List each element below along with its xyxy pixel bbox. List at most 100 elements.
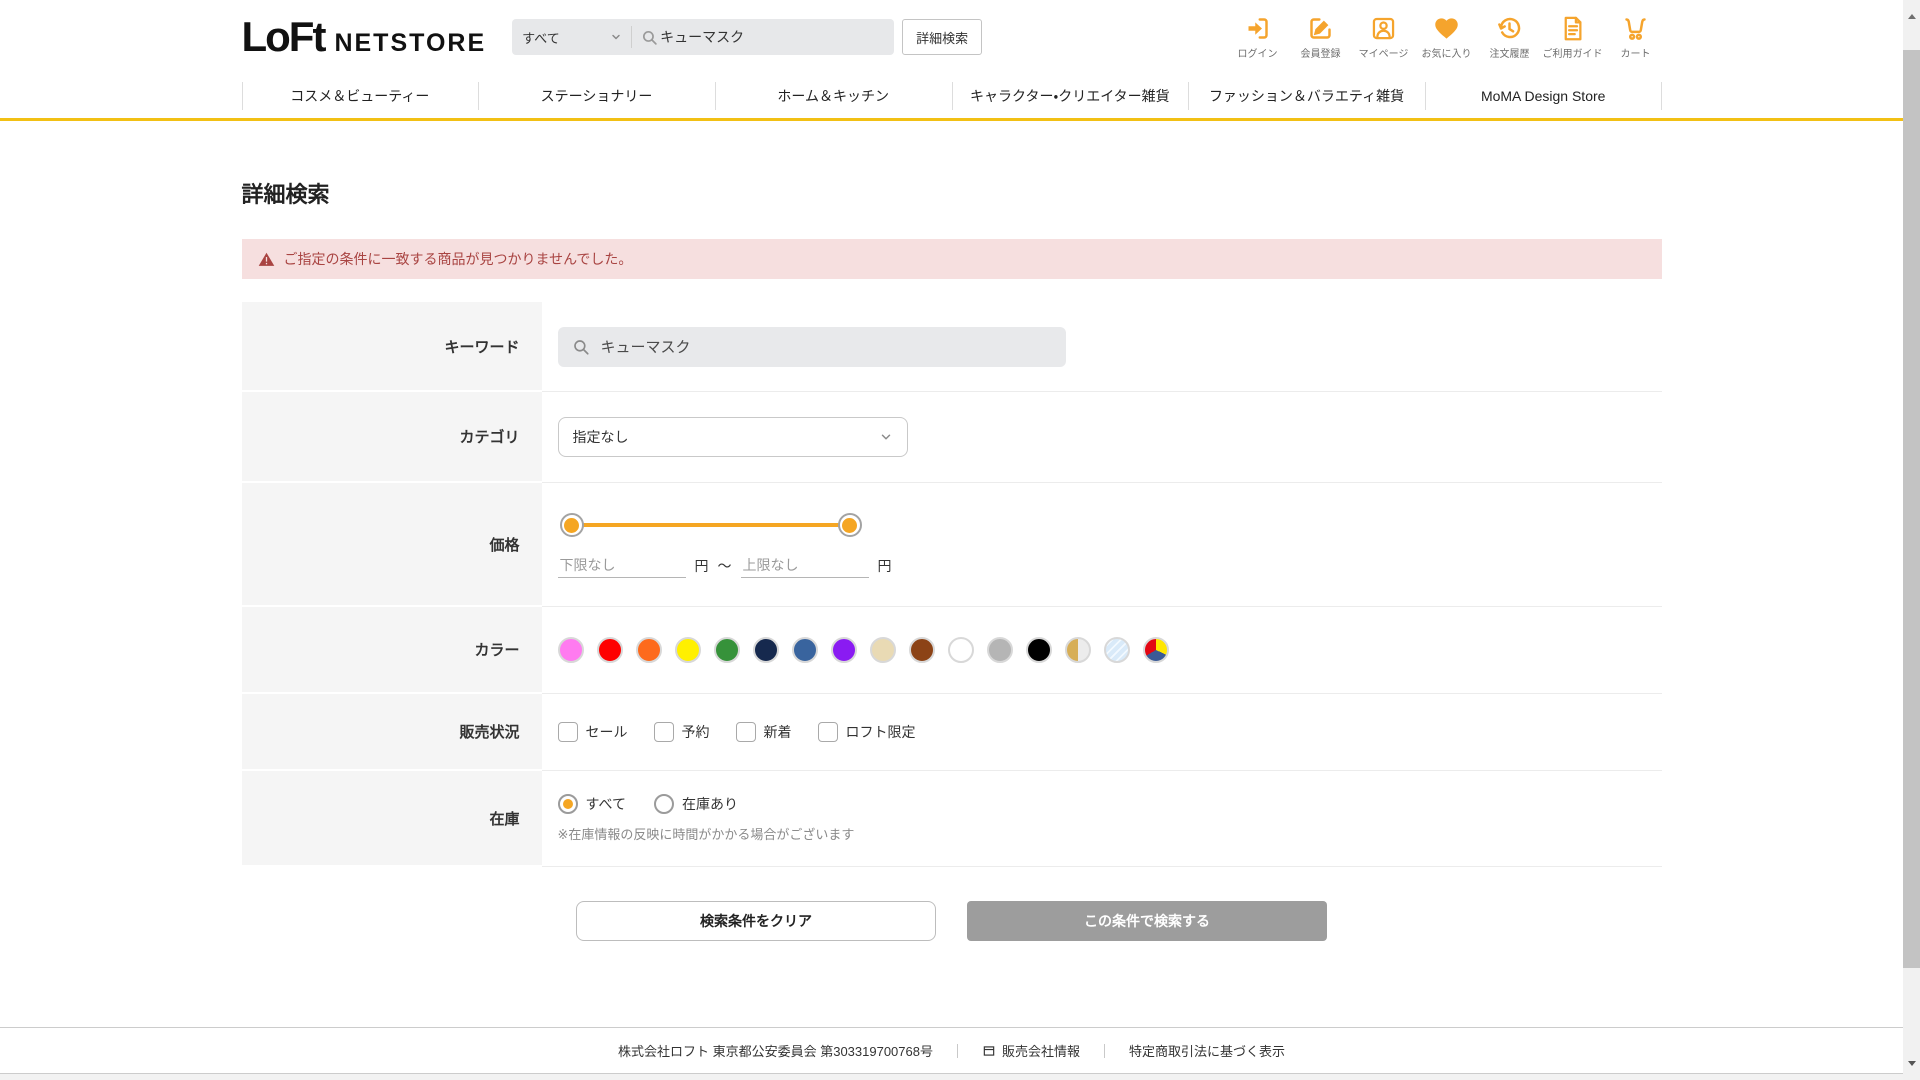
category-nav: コスメ＆ビューティー ステーショナリー ホーム＆キッチン キャラクター・クリエイ…	[0, 74, 1903, 121]
checkbox-loft-exclusive[interactable]: ロフト限定	[817, 722, 916, 742]
utility-favorites[interactable]: お気に入り	[1421, 15, 1473, 60]
triangle-up-icon	[1907, 14, 1916, 19]
no-results-text: ご指定の条件に一致する商品が見つかりませんでした。	[283, 251, 633, 267]
radio-circle	[557, 794, 578, 814]
form-row-keyword: キーワード	[241, 302, 1662, 392]
site-header: LoFt NETSTORE すべて 詳細検索	[0, 0, 1903, 74]
utility-label: ご利用ガイド	[1542, 48, 1603, 60]
checkbox-box	[817, 722, 838, 742]
utility-label: 会員登録	[1300, 48, 1341, 60]
nav-item-home-kitchen[interactable]: ホーム＆キッチン	[714, 74, 952, 118]
cart-icon	[1625, 17, 1646, 40]
utility-label: マイページ	[1358, 48, 1409, 60]
price-slider-min-handle[interactable]	[559, 513, 584, 537]
search-category-dropdown[interactable]: すべて	[522, 28, 622, 47]
price-min-input[interactable]	[557, 553, 686, 578]
clear-conditions-button[interactable]: 検索条件をクリア	[576, 901, 936, 941]
radio-stock-all[interactable]: すべて	[557, 794, 626, 814]
checkbox-sale[interactable]: セール	[557, 722, 628, 742]
stock-note: ※在庫情報の反映に時間がかかる場合がございます	[557, 827, 855, 842]
color-swatch-purple[interactable]	[830, 637, 857, 663]
color-swatch-brown[interactable]	[908, 637, 935, 663]
price-max-input[interactable]	[740, 553, 869, 578]
color-swatch-black[interactable]	[1025, 637, 1052, 663]
scroll-down-button[interactable]	[1903, 1055, 1920, 1072]
utility-label: カート	[1620, 48, 1651, 60]
color-swatch-red[interactable]	[596, 637, 623, 663]
divider	[1103, 1043, 1105, 1058]
radio-label: 在庫あり	[681, 796, 738, 812]
chevron-down-icon	[612, 34, 620, 40]
vertical-scrollbar[interactable]	[1903, 0, 1920, 1080]
checkbox-reservation[interactable]: 予約	[653, 722, 710, 742]
color-swatch-clear[interactable]	[1103, 637, 1130, 663]
nav-item-moma[interactable]: MoMA Design Store	[1424, 74, 1662, 118]
utility-guide[interactable]: ご利用ガイド	[1543, 15, 1603, 60]
nav-item-character-goods[interactable]: キャラクター・クリエイター雑貨	[951, 74, 1189, 118]
keyword-input[interactable]	[598, 337, 1052, 356]
color-swatch-multicolor[interactable]	[1142, 637, 1169, 663]
nav-item-fashion-variety[interactable]: ファッション＆バラエティ雑貨	[1188, 74, 1425, 118]
page: LoFt NETSTORE すべて 詳細検索	[0, 0, 1903, 1080]
checkbox-label: ロフト限定	[845, 724, 916, 740]
utility-login[interactable]: ログイン	[1232, 15, 1284, 60]
loft-logo[interactable]: LoFt NETSTORE	[242, 13, 487, 61]
login-icon	[1248, 17, 1268, 39]
radio-stock-in-stock[interactable]: 在庫あり	[653, 794, 738, 814]
footer-link-label: 販売会社情報	[1001, 1044, 1080, 1059]
checkbox-new-arrival[interactable]: 新着	[735, 722, 792, 742]
price-label: 価格	[241, 483, 542, 607]
price-slider-max-handle[interactable]	[837, 513, 862, 537]
color-swatch-list	[557, 637, 1662, 663]
footer-link-seller-info[interactable]: 販売会社情報	[982, 1041, 1080, 1060]
divider	[956, 1043, 958, 1058]
nav-item-stationery[interactable]: ステーショナリー	[478, 74, 715, 118]
utility-label: 注文履歴	[1489, 48, 1530, 60]
divider	[631, 26, 633, 48]
advanced-search-button[interactable]: 詳細検索	[902, 19, 983, 55]
checkbox-label: セール	[585, 724, 628, 740]
form-actions: 検索条件をクリア この条件で検索する	[242, 901, 1662, 941]
keyword-label: キーワード	[241, 302, 542, 392]
register-icon	[1310, 17, 1331, 39]
search-icon	[643, 30, 657, 45]
form-row-category: カテゴリ 指定なし	[241, 392, 1662, 483]
color-swatch-navy[interactable]	[752, 637, 779, 663]
form-row-color: カラー	[241, 607, 1662, 694]
category-select-value: 指定なし	[572, 429, 629, 445]
color-swatch-gold[interactable]	[1064, 637, 1091, 663]
color-swatch-green[interactable]	[713, 637, 740, 663]
footer-link-commerce-law[interactable]: 特定商取引法に基づく表示	[1129, 1041, 1285, 1060]
utility-register[interactable]: 会員登録	[1295, 15, 1347, 60]
color-label: カラー	[241, 607, 542, 694]
stock-options: すべて 在庫あり	[557, 794, 1662, 814]
window-icon	[983, 1045, 995, 1056]
slider-track	[569, 523, 852, 527]
utility-mypage[interactable]: マイページ	[1358, 15, 1410, 60]
color-swatch-gray[interactable]	[986, 637, 1013, 663]
main-content: 詳細検索 ご指定の条件に一致する商品が見つかりませんでした。 キーワード キュー…	[0, 121, 1903, 1027]
color-swatch-pink[interactable]	[557, 637, 584, 663]
color-swatch-beige[interactable]	[869, 637, 896, 663]
color-swatch-yellow[interactable]	[674, 637, 701, 663]
search-submit-button[interactable]: この条件で検索する	[967, 901, 1327, 941]
triangle-down-icon	[1907, 1061, 1916, 1066]
color-swatch-blue[interactable]	[791, 637, 818, 663]
category-label: カテゴリ	[241, 392, 542, 483]
header-search-input[interactable]	[658, 28, 885, 46]
mypage-icon	[1372, 17, 1395, 39]
utility-cart[interactable]: カート	[1610, 15, 1662, 60]
color-swatch-orange[interactable]	[635, 637, 662, 663]
category-select[interactable]: 指定なし	[557, 417, 908, 457]
chevron-down-icon	[881, 434, 890, 440]
color-swatch-white[interactable]	[947, 637, 974, 663]
sales-status-options: セール 予約 新着 ロフト限定	[557, 722, 1662, 742]
footer-strip	[0, 1073, 1903, 1080]
footer-company-text: 株式会社ロフト 東京都公安委員会 第303319700768号	[617, 1044, 933, 1059]
price-range-slider	[559, 513, 862, 537]
scroll-up-button[interactable]	[1903, 8, 1920, 25]
utility-order-history[interactable]: 注文履歴	[1484, 15, 1536, 60]
utility-label: お気に入り	[1421, 48, 1472, 60]
nav-item-cosmetics[interactable]: コスメ＆ビューティー	[241, 74, 479, 118]
scrollbar-thumb[interactable]	[1903, 50, 1920, 968]
